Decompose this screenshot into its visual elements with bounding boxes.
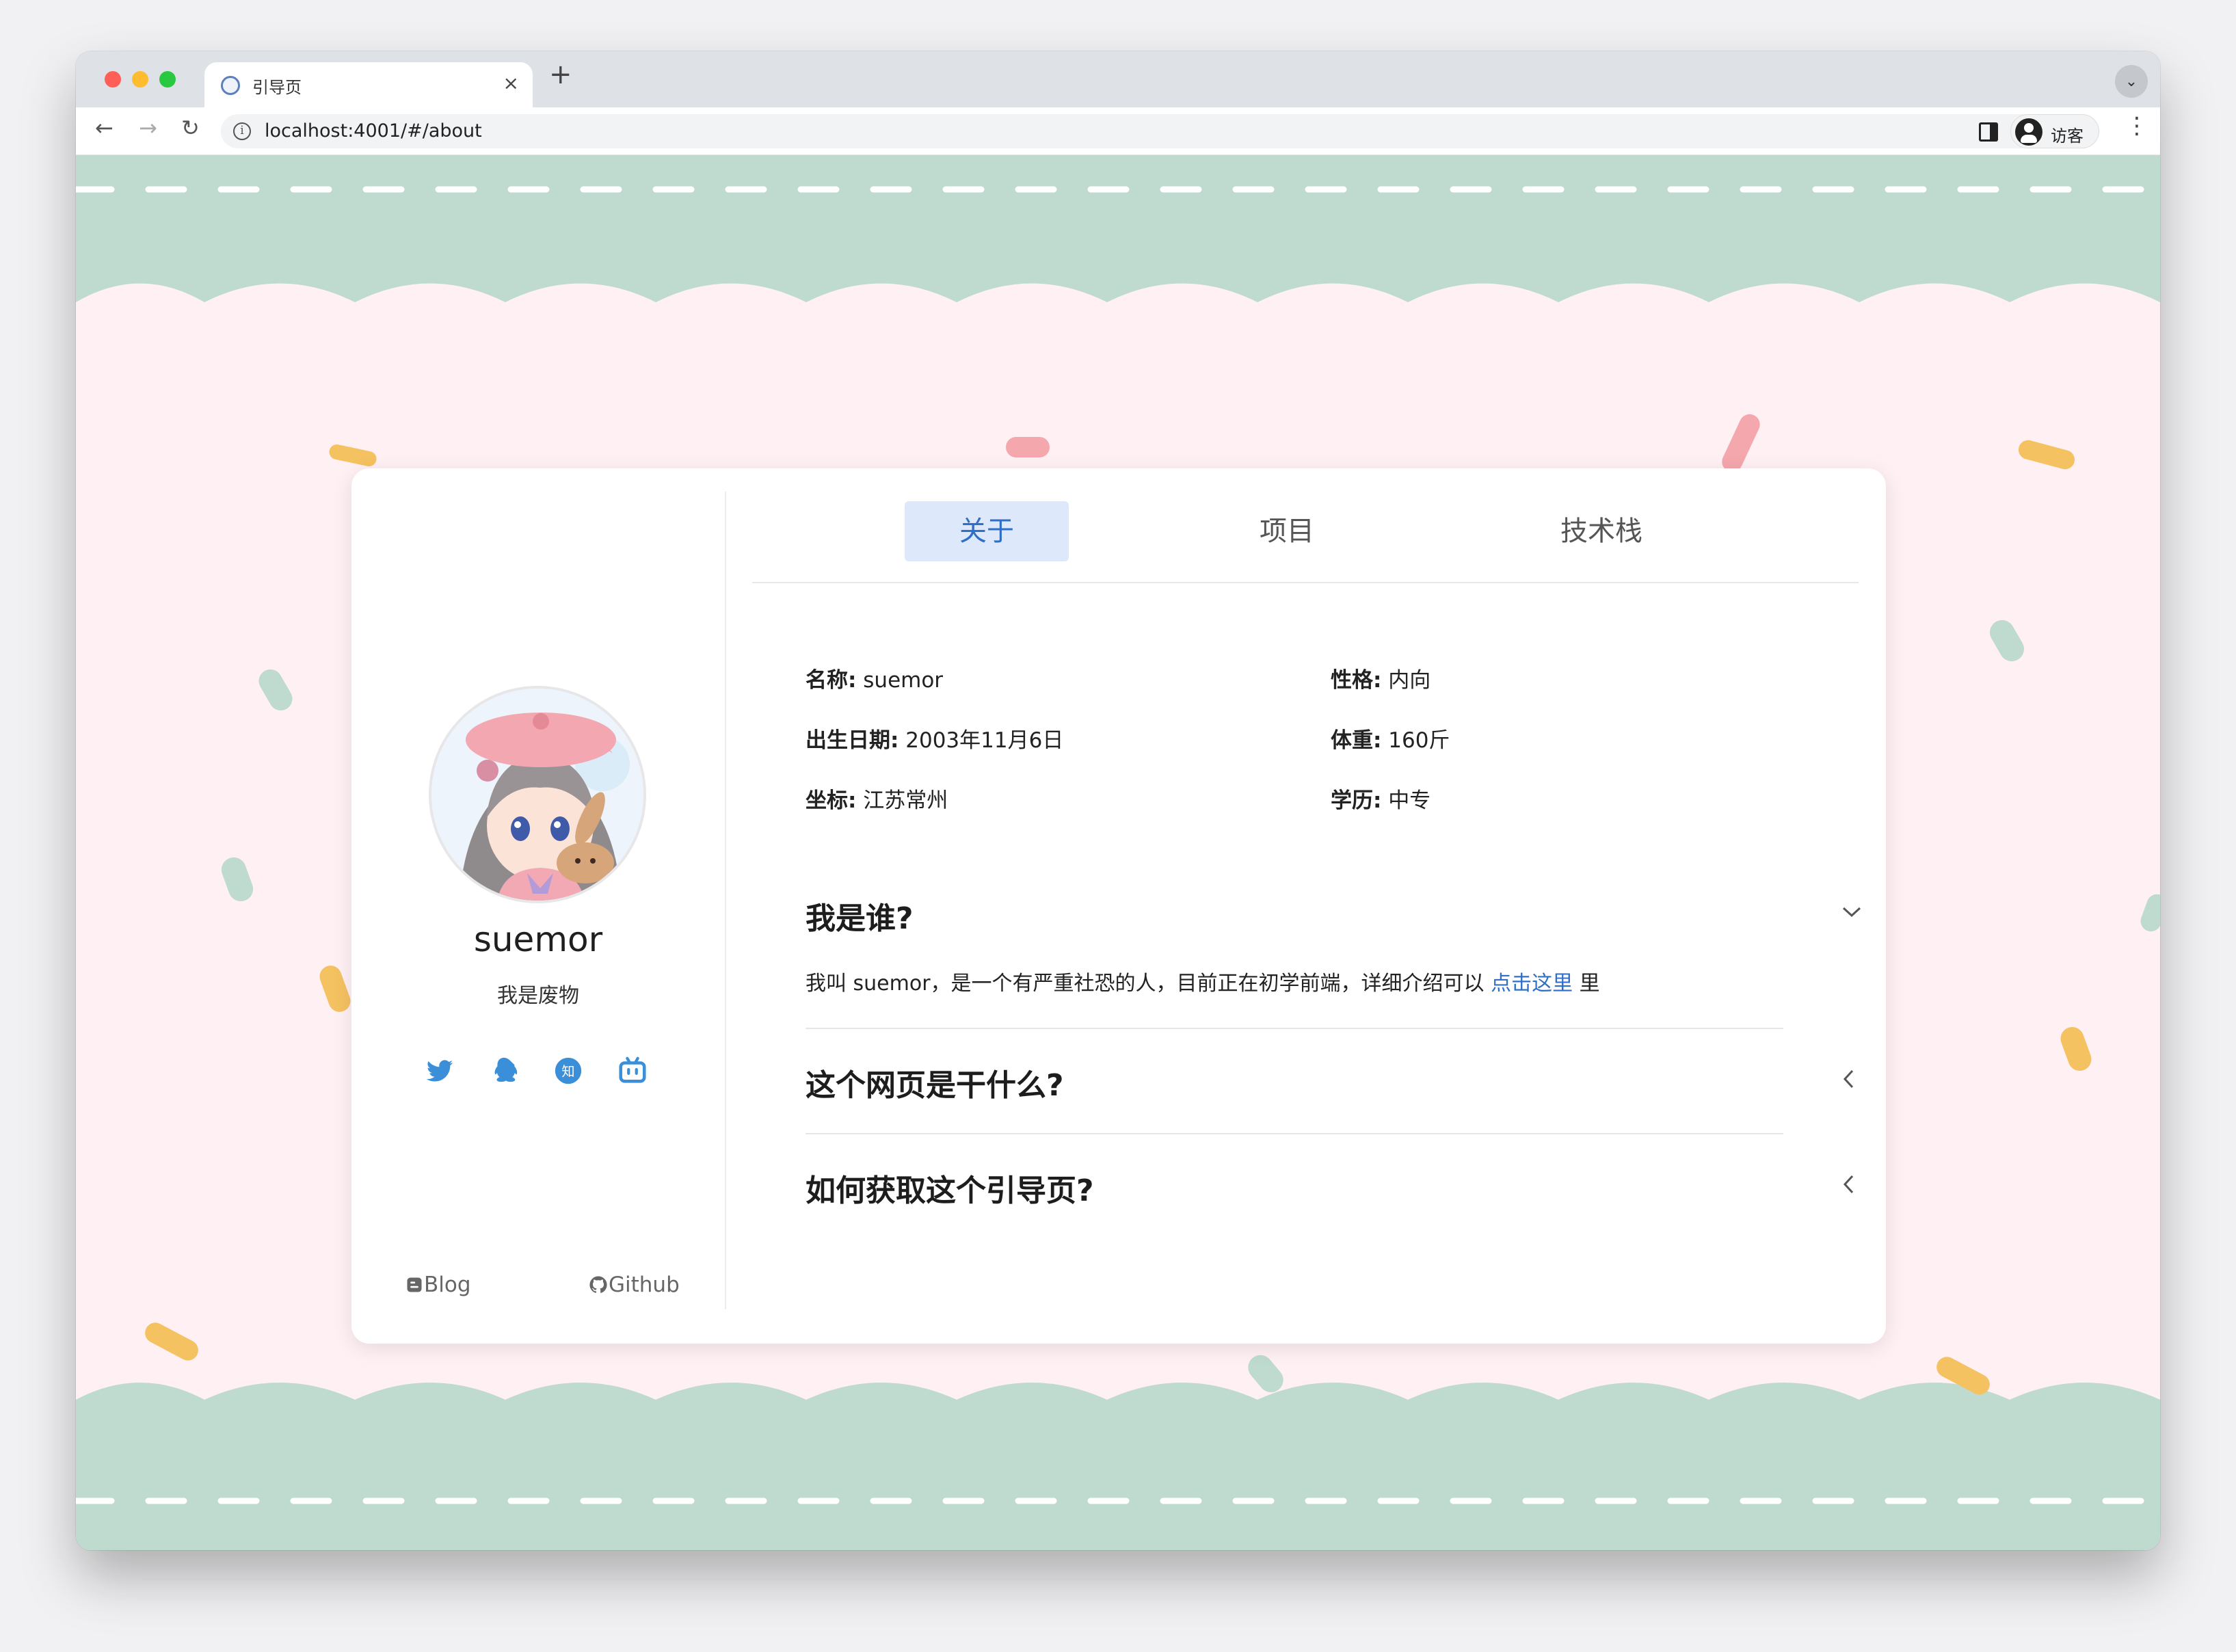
browser-menu-icon[interactable]: ⋮ xyxy=(2125,114,2148,137)
back-button[interactable]: ← xyxy=(95,117,114,139)
profile-avatar-icon xyxy=(2015,118,2042,146)
info-label: 体重: xyxy=(1331,728,1382,753)
faq-body-text: 我叫 suemor，是一个有严重社恐的人，目前正在初学前端，详细介绍可以 xyxy=(806,972,1491,996)
avatar xyxy=(429,686,646,903)
social-links: 知 xyxy=(424,1055,656,1088)
profile-bio: 我是废物 xyxy=(497,984,579,1008)
blogger-icon xyxy=(407,1277,422,1292)
side-panel-icon[interactable] xyxy=(1979,122,1998,142)
column-divider xyxy=(725,492,726,1309)
info-name: 名称: suemor xyxy=(806,663,943,693)
browser-window: 引导页 × + ⌄ ← → ↻ i localhost:4001/#/about… xyxy=(76,51,2160,1550)
profile-button[interactable]: 访客 xyxy=(2010,114,2099,148)
favicon-icon xyxy=(221,76,240,95)
new-tab-button[interactable]: + xyxy=(549,61,572,88)
decorative-top-band xyxy=(76,155,2160,302)
faq-body-who: 我叫 suemor，是一个有严重社恐的人，目前正在初学前端，详细介绍可以 点击这… xyxy=(806,966,1600,996)
tab-search-button[interactable]: ⌄ xyxy=(2115,65,2148,98)
sprinkle-decoration xyxy=(217,853,257,905)
chevron-left-icon[interactable] xyxy=(1841,1067,1857,1091)
close-window-button[interactable] xyxy=(105,71,121,88)
forward-button[interactable]: → xyxy=(139,117,157,139)
faq-header-how[interactable]: 如何获取这个引导页? xyxy=(806,1166,1094,1210)
minimize-window-button[interactable] xyxy=(132,71,148,88)
info-label: 出生日期: xyxy=(806,728,899,753)
info-value: 内向 xyxy=(1388,668,1431,693)
url-text[interactable]: localhost:4001/#/about xyxy=(265,120,482,142)
tab-title: 引导页 xyxy=(252,78,302,97)
profile-label: 访客 xyxy=(2051,126,2084,146)
info-value: 2003年11月6日 xyxy=(905,728,1064,753)
info-value: suemor xyxy=(863,668,944,693)
sprinkle-decoration xyxy=(1985,615,2029,666)
faq-body-suffix: 里 xyxy=(1573,972,1600,996)
zhihu-icon[interactable]: 知 xyxy=(553,1055,584,1087)
tab-tech-stack[interactable]: 技术栈 xyxy=(1519,501,1683,561)
twitter-icon[interactable] xyxy=(424,1055,455,1087)
info-label: 学历: xyxy=(1331,788,1382,813)
page-content: suemor 我是废物 知 Blog Github 关于 项目 技术栈 名称: … xyxy=(76,155,2160,1550)
info-label: 坐标: xyxy=(806,788,857,813)
chevron-down-icon[interactable] xyxy=(1841,903,1863,920)
profile-sidebar: suemor 我是废物 知 Blog Github xyxy=(351,468,725,1344)
tab-about[interactable]: 关于 xyxy=(905,501,1069,561)
profile-name: suemor xyxy=(473,920,603,959)
svg-text:知: 知 xyxy=(561,1064,574,1080)
profile-card: suemor 我是废物 知 Blog Github 关于 项目 技术栈 名称: … xyxy=(351,468,1886,1344)
site-info-icon[interactable]: i xyxy=(233,122,251,140)
faq-divider xyxy=(806,1133,1783,1134)
info-education: 学历: 中专 xyxy=(1331,783,1430,814)
github-link-label: Github xyxy=(609,1273,680,1297)
github-link[interactable]: Github xyxy=(588,1273,680,1297)
info-value: 江苏常州 xyxy=(863,788,948,813)
anime-avatar-image xyxy=(431,689,643,901)
sprinkle-decoration xyxy=(141,1319,202,1364)
browser-toolbar: ← → ↻ i localhost:4001/#/about 文 访客 ⋮ xyxy=(76,107,2160,155)
sprinkle-decoration xyxy=(316,962,354,1015)
blog-link-label: Blog xyxy=(424,1273,471,1297)
info-personality: 性格: 内向 xyxy=(1331,663,1430,693)
maximize-window-button[interactable] xyxy=(159,71,176,88)
info-value: 中专 xyxy=(1388,788,1431,813)
address-bar[interactable]: i localhost:4001/#/about 文 xyxy=(221,114,2067,148)
tab-projects[interactable]: 项目 xyxy=(1205,501,1369,561)
faq-header-who[interactable]: 我是谁? xyxy=(806,894,914,937)
github-icon xyxy=(589,1276,607,1293)
info-birthday: 出生日期: 2003年11月6日 xyxy=(806,723,1063,754)
info-label: 名称: xyxy=(806,668,857,693)
sprinkle-decoration xyxy=(328,442,378,468)
info-value: 160斤 xyxy=(1388,728,1450,753)
sprinkle-decoration xyxy=(254,665,297,715)
sprinkle-decoration xyxy=(2016,438,2077,472)
sprinkle-decoration xyxy=(1718,410,1763,476)
faq-header-purpose[interactable]: 这个网页是干什么? xyxy=(806,1061,1064,1104)
details-link[interactable]: 点击这里 xyxy=(1491,972,1573,996)
tab-bar: 关于 项目 技术栈 xyxy=(752,468,1859,583)
decorative-bottom-band xyxy=(76,1383,2160,1550)
chevron-left-icon[interactable] xyxy=(1841,1173,1857,1196)
tab-strip: 引导页 × + ⌄ xyxy=(76,51,2160,107)
reload-button[interactable]: ↻ xyxy=(181,117,200,139)
qq-icon[interactable] xyxy=(488,1055,520,1087)
sprinkle-decoration xyxy=(2057,1024,2095,1074)
faq-divider xyxy=(806,1028,1783,1029)
browser-tab[interactable]: 引导页 × xyxy=(204,62,533,107)
sprinkle-decoration xyxy=(2138,891,2160,935)
info-label: 性格: xyxy=(1331,668,1382,693)
info-location: 坐标: 江苏常州 xyxy=(806,783,948,814)
tab-close-icon[interactable]: × xyxy=(503,72,519,94)
blog-link[interactable]: Blog xyxy=(405,1273,471,1297)
bilibili-icon[interactable] xyxy=(617,1055,648,1087)
info-weight: 体重: 160斤 xyxy=(1331,723,1450,754)
sprinkle-decoration xyxy=(1006,437,1050,457)
